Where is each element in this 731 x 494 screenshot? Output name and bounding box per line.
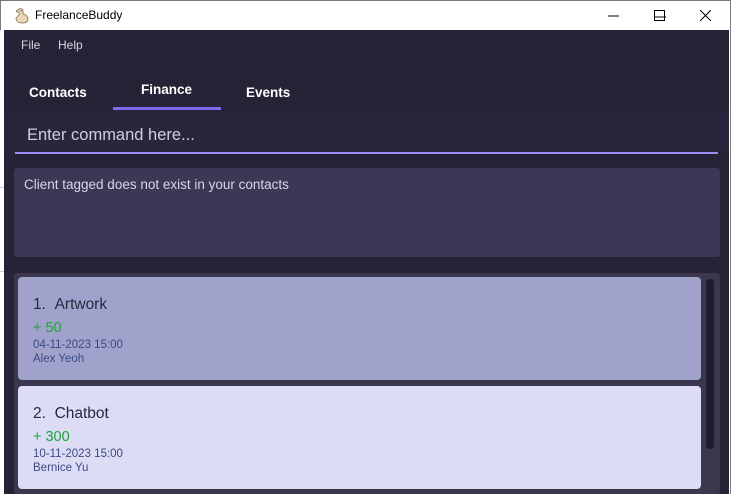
finance-list: 1. Artwork + 50 04-11-2023 15:00 Alex Ye… — [14, 273, 720, 494]
menu-file[interactable]: File — [21, 38, 40, 52]
result-display: Client tagged does not exist in your con… — [14, 168, 720, 257]
minimize-window-button[interactable] — [590, 0, 636, 30]
finance-amount: + 50 — [33, 320, 62, 336]
list-scrollbar[interactable] — [704, 277, 716, 494]
finance-amount: + 300 — [33, 429, 70, 445]
finance-index: 1. — [33, 296, 46, 313]
finance-index: 2. — [33, 405, 46, 422]
command-input[interactable] — [15, 118, 718, 154]
scrollbar-thumb[interactable] — [706, 279, 714, 449]
finance-name: Artwork — [54, 296, 108, 313]
finance-datetime: 10-11-2023 15:00 — [33, 448, 123, 460]
window-title: FreelanceBuddy — [35, 8, 123, 22]
active-tab-indicator — [113, 107, 221, 110]
menu-help[interactable]: Help — [58, 38, 83, 52]
minimize-icon — [607, 15, 619, 16]
finance-name: Chatbot — [54, 405, 109, 422]
finance-card[interactable]: 2. Chatbot + 300 10-11-2023 15:00 Bernic… — [18, 386, 701, 489]
maximize-window-button[interactable] — [636, 0, 682, 30]
finance-client: Alex Yeoh — [33, 353, 85, 365]
duck-logo-icon — [14, 7, 30, 25]
maximize-icon — [653, 9, 665, 21]
finance-card[interactable]: 1. Artwork + 50 04-11-2023 15:00 Alex Ye… — [18, 277, 701, 380]
close-icon — [699, 9, 711, 21]
finance-client: Bernice Yu — [33, 462, 89, 474]
menu-bar: File Help — [4, 30, 729, 60]
app-content: File Help Contacts Finance Events Client… — [4, 30, 729, 494]
tab-contacts[interactable]: Contacts — [29, 85, 87, 100]
result-message: Client tagged does not exist in your con… — [24, 177, 289, 192]
finance-title: 1. Artwork — [33, 296, 107, 314]
finance-datetime: 04-11-2023 15:00 — [33, 339, 123, 351]
tab-finance[interactable]: Finance — [141, 82, 192, 97]
close-window-button[interactable] — [682, 0, 728, 30]
tab-events[interactable]: Events — [246, 85, 290, 100]
finance-title: 2. Chatbot — [33, 405, 109, 423]
